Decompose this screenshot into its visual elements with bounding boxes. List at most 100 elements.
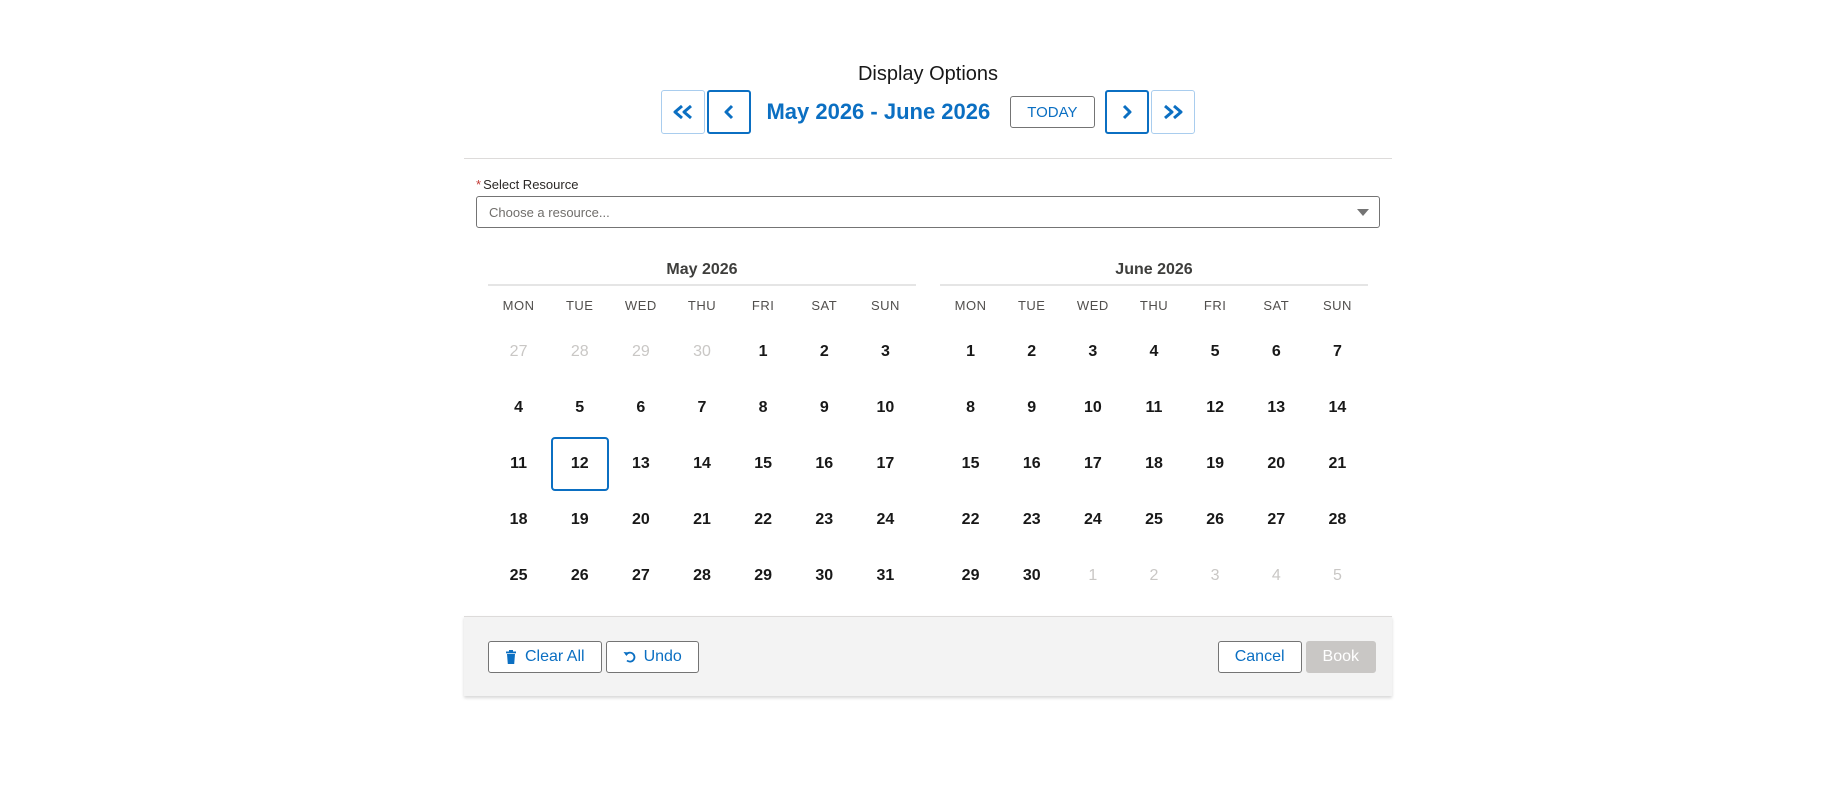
- calendar-day[interactable]: 18: [1123, 436, 1184, 492]
- book-button[interactable]: Book: [1305, 640, 1376, 673]
- weekday-label: WED: [1076, 298, 1109, 313]
- previous-month-button[interactable]: [707, 90, 752, 134]
- calendar-day[interactable]: 16: [1001, 436, 1062, 492]
- calendar-day-outside-month: 3: [1185, 548, 1246, 604]
- calendar-day[interactable]: 1: [940, 324, 1001, 380]
- calendar-day[interactable]: 4: [488, 380, 549, 436]
- calendar-day[interactable]: 6: [1246, 324, 1307, 380]
- calendar-day[interactable]: 13: [610, 436, 671, 492]
- calendar-day[interactable]: 27: [610, 548, 671, 604]
- undo-button[interactable]: Undo: [605, 640, 699, 673]
- calendar-day-number: 16: [1022, 455, 1041, 472]
- calendar-day[interactable]: 23: [794, 492, 855, 548]
- calendar-day[interactable]: 11: [1123, 380, 1184, 436]
- calendar-day[interactable]: 29: [733, 548, 794, 604]
- calendar-day-today[interactable]: 12: [549, 436, 610, 492]
- calendar-may-2026: May 2026 MON TUE WED THU FRI SAT SUN 27 2…: [488, 258, 916, 616]
- calendar-day[interactable]: 10: [1062, 380, 1123, 436]
- clear-all-button[interactable]: Clear All: [488, 640, 602, 673]
- calendar-day-number: 1: [966, 343, 976, 360]
- next-month-button[interactable]: [1104, 90, 1149, 134]
- calendar-day[interactable]: 20: [610, 492, 671, 548]
- next-range-fast-button[interactable]: [1150, 90, 1195, 134]
- calendar-day[interactable]: 15: [940, 436, 1001, 492]
- calendar-day-number: 24: [876, 511, 895, 528]
- calendar-day[interactable]: 31: [855, 548, 916, 604]
- calendar-day[interactable]: 8: [733, 380, 794, 436]
- calendar-day-number: 6: [1271, 343, 1281, 360]
- calendar-day[interactable]: 19: [1185, 436, 1246, 492]
- calendar-day[interactable]: 13: [1246, 380, 1307, 436]
- calendar-day-number: 3: [1088, 343, 1098, 360]
- calendar-day[interactable]: 15: [733, 436, 794, 492]
- calendar-day[interactable]: 14: [1307, 380, 1368, 436]
- calendar-day-number: 16: [815, 455, 834, 472]
- calendar-day[interactable]: 26: [1185, 492, 1246, 548]
- calendar-day[interactable]: 29: [940, 548, 1001, 604]
- calendar-day[interactable]: 12: [1185, 380, 1246, 436]
- calendar-day[interactable]: 24: [1062, 492, 1123, 548]
- calendar-day[interactable]: 7: [1307, 324, 1368, 380]
- calendar-day-outside-month: 28: [549, 324, 610, 380]
- calendar-day[interactable]: 28: [671, 548, 732, 604]
- calendar-day[interactable]: 20: [1246, 436, 1307, 492]
- calendar-day[interactable]: 1: [733, 324, 794, 380]
- calendar-day[interactable]: 3: [855, 324, 916, 380]
- calendar-day[interactable]: 11: [488, 436, 549, 492]
- calendar-day[interactable]: 9: [794, 380, 855, 436]
- calendar-day[interactable]: 19: [549, 492, 610, 548]
- calendar-day[interactable]: 7: [671, 380, 732, 436]
- calendar-day[interactable]: 25: [1123, 492, 1184, 548]
- calendar-day[interactable]: 10: [855, 380, 916, 436]
- calendar-day[interactable]: 26: [549, 548, 610, 604]
- display-options-header: Display Options May 2026 - June 2026 TOD…: [464, 60, 1392, 159]
- calendar-day-number: 10: [1083, 399, 1102, 416]
- calendar-day[interactable]: 3: [1062, 324, 1123, 380]
- today-button[interactable]: TODAY: [1010, 96, 1095, 128]
- calendar-day[interactable]: 25: [488, 548, 549, 604]
- calendar-day-number: 6: [636, 399, 646, 416]
- calendar-day-number: 11: [510, 455, 528, 472]
- calendar-day[interactable]: 5: [1185, 324, 1246, 380]
- calendar-day[interactable]: 4: [1123, 324, 1184, 380]
- calendar-day[interactable]: 24: [855, 492, 916, 548]
- calendars: May 2026 MON TUE WED THU FRI SAT SUN 27 2…: [488, 258, 1368, 616]
- calendar-day[interactable]: 2: [794, 324, 855, 380]
- calendar-day-number: 27: [1267, 511, 1286, 528]
- calendar-day-number: 29: [754, 567, 773, 584]
- calendar-day[interactable]: 28: [1307, 492, 1368, 548]
- calendar-day[interactable]: 22: [940, 492, 1001, 548]
- calendar-day[interactable]: 14: [671, 436, 732, 492]
- cancel-button[interactable]: Cancel: [1217, 640, 1302, 673]
- calendar-day[interactable]: 9: [1001, 380, 1062, 436]
- calendar-day[interactable]: 22: [733, 492, 794, 548]
- calendar-day[interactable]: 30: [794, 548, 855, 604]
- calendar-day[interactable]: 23: [1001, 492, 1062, 548]
- calendar-day-outside-month: 4: [1246, 548, 1307, 604]
- weekday-label: TUE: [565, 298, 594, 313]
- calendar-day[interactable]: 27: [1246, 492, 1307, 548]
- calendar-day[interactable]: 17: [855, 436, 916, 492]
- calendar-day-number: 9: [1027, 399, 1037, 416]
- calendar-day[interactable]: 6: [610, 380, 671, 436]
- resource-select[interactable]: Choose a resource...: [476, 196, 1380, 228]
- calendar-day[interactable]: 21: [1307, 436, 1368, 492]
- previous-range-fast-button[interactable]: [661, 90, 706, 134]
- calendar-day[interactable]: 18: [488, 492, 549, 548]
- calendar-day-number: 20: [631, 511, 650, 528]
- calendar-day-number: 7: [1332, 343, 1342, 360]
- calendar-day[interactable]: 8: [940, 380, 1001, 436]
- weekday-header: MON TUE WED THU FRI SAT SUN: [940, 298, 1368, 318]
- calendar-day[interactable]: 5: [549, 380, 610, 436]
- calendar-day[interactable]: 2: [1001, 324, 1062, 380]
- day-grid: 1 2 3 4 5 6 7 8 9 10 11 12 13 14 15 16 17 18 19 20 21 22 23 24 2…: [940, 324, 1368, 604]
- calendar-day[interactable]: 21: [671, 492, 732, 548]
- calendar-day[interactable]: 30: [1001, 548, 1062, 604]
- weekday-label: SUN: [870, 298, 900, 313]
- calendar-day-number: 17: [876, 455, 895, 472]
- calendar-day[interactable]: 16: [794, 436, 855, 492]
- calendar-day[interactable]: 17: [1062, 436, 1123, 492]
- calendar-day-number: 30: [693, 343, 711, 360]
- calendar-day-number: 23: [815, 511, 834, 528]
- calendar-day-number: 29: [631, 343, 650, 360]
